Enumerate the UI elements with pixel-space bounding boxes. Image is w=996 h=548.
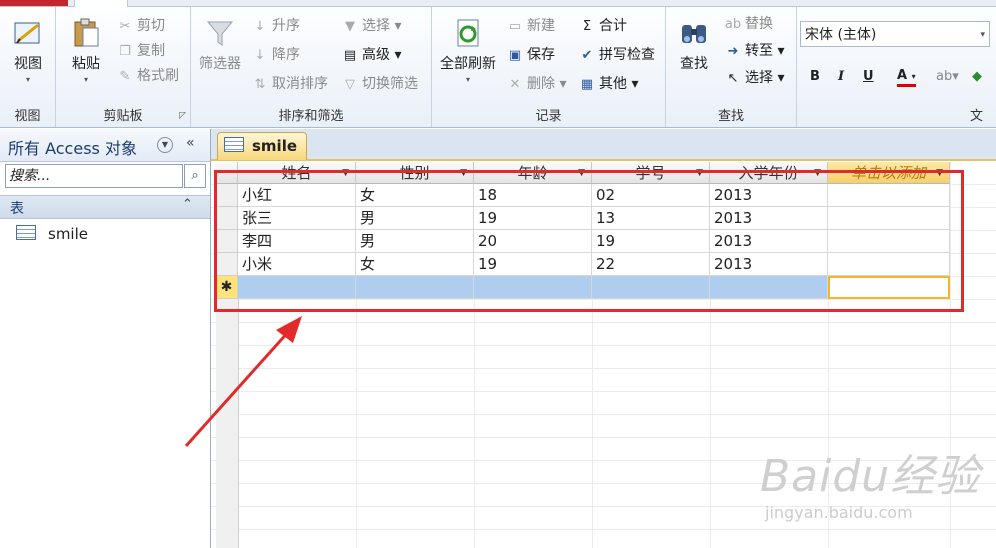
watermark-logo: Baidu经验	[760, 451, 981, 502]
watermark-url: jingyan.baidu.com	[765, 503, 913, 522]
